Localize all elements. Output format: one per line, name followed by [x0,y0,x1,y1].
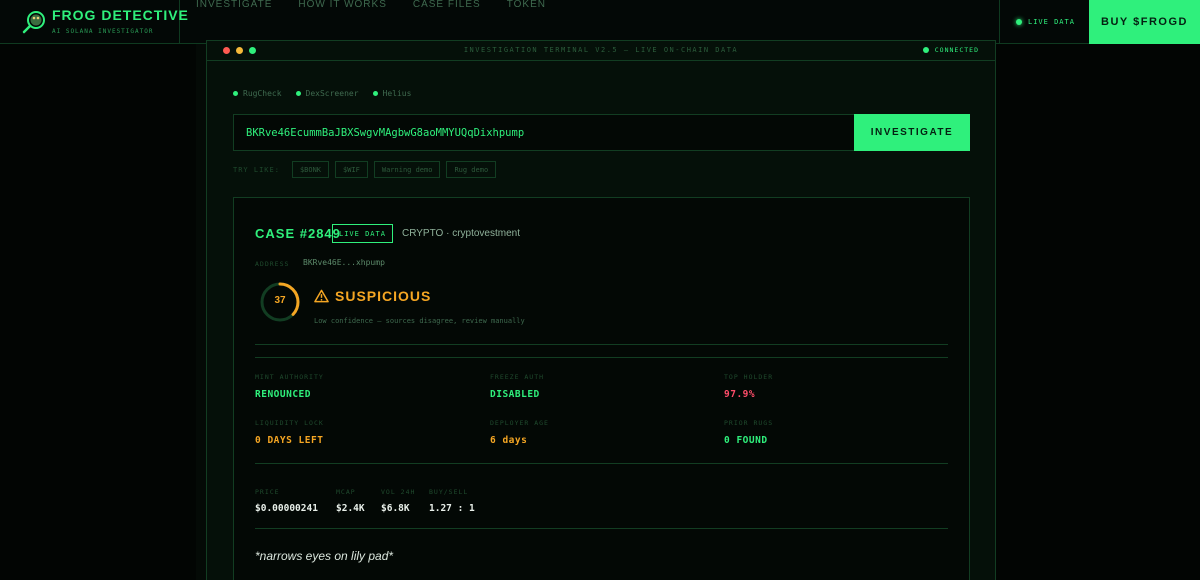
source-helius: Helius [372,89,412,98]
source-status-dot-icon [233,91,238,96]
live-data-label: LIVE DATA [1028,18,1075,26]
metric-value-deployer-age: 6 days [490,435,528,446]
divider [255,528,948,529]
market-value-mcap: $2.4K [336,503,365,514]
live-data-badge: LIVE DATA [332,224,393,243]
verdict-note: Low confidence — sources disagree, revie… [314,317,525,325]
try-examples: TRY LIKE: $BONK $WIF Warning demo Rug de… [233,161,497,178]
example-chip-bonk[interactable]: $BONK [291,161,330,178]
address-value: BKRve46E...xhpump [303,258,385,267]
market-label-mcap: MCAP [336,488,356,496]
market-value-volume: $6.8K [381,503,410,514]
address-label: ADDRESS [255,260,290,268]
token-address-input[interactable] [233,114,854,151]
source-status-dot-icon [372,91,378,96]
connected-dot-icon [922,47,929,53]
source-status-dot-icon [295,91,301,96]
source-label: Helius [382,89,412,98]
brand-title: FROG DETECTIVE [52,7,189,23]
case-meta: CRYPTO · cryptovestment [402,228,520,239]
metric-label-liquidity-lock: LIQUIDITY LOCK [255,419,324,427]
nav-links: INVESTIGATE HOW IT WORKS CASE FILES TOKE… [196,0,546,10]
market-label-buy-sell: BUY/SELL [429,488,469,496]
source-label: RugCheck [243,89,282,98]
metric-label-freeze-auth: FREEZE AUTH [490,373,545,381]
buy-token-button[interactable]: BUY $FROGD [1089,0,1200,44]
brand[interactable]: FROG DETECTIVE AI SOLANA INVESTIGATOR [0,0,188,44]
market-value-price: $0.00000241 [255,503,318,514]
investigate-button[interactable]: INVESTIGATE [854,114,970,151]
source-dexscreener: DexScreener [295,89,359,98]
warning-icon [314,289,329,303]
case-title: CASE #2849 [255,226,341,241]
source-label: DexScreener [305,89,359,98]
example-chip-rug-demo[interactable]: Rug demo [446,161,497,178]
detective-quote: *narrows eyes on lily pad* [255,549,394,563]
example-chip-wif[interactable]: $WIF [335,161,368,178]
verdict-label: SUSPICIOUS [335,288,432,304]
live-data-indicator: LIVE DATA [999,0,1089,44]
nav-link-token[interactable]: TOKEN [507,0,546,10]
metric-value-mint-authority: RENOUNCED [255,389,311,400]
market-label-price: PRICE [255,488,280,496]
divider [255,344,948,345]
nav-link-investigate[interactable]: INVESTIGATE [196,0,272,10]
divider [255,357,948,358]
nav-link-how-it-works[interactable]: HOW IT WORKS [298,0,386,10]
market-label-volume: VOL 24H [381,488,416,496]
example-chip-warning-demo[interactable]: Warning demo [373,161,441,178]
case-report-card: CASE #2849 LIVE DATA CRYPTO · cryptovest… [233,197,970,580]
terminal-title: INVESTIGATION TERMINAL V2.5 — LIVE ON-CH… [463,46,739,54]
metric-label-top-holder: TOP HOLDER [724,373,774,381]
metric-value-freeze-auth: DISABLED [490,389,540,400]
connection-status-label: CONNECTED [934,46,979,54]
divider [255,463,948,464]
terminal-title-bar: INVESTIGATION TERMINAL V2.5 — LIVE ON-CH… [207,41,995,61]
metric-label-prior-rugs: PRIOR RUGS [724,419,774,427]
frog-magnifier-icon [22,11,45,34]
metric-value-top-holder: 97.9% [724,389,756,400]
investigation-terminal: INVESTIGATION TERMINAL V2.5 — LIVE ON-CH… [206,40,996,580]
market-value-buy-sell: 1.27 : 1 [429,503,475,514]
metric-label-deployer-age: DEPLOYER AGE [490,419,549,427]
metric-label-mint-authority: MINT AUTHORITY [255,373,324,381]
connection-status: CONNECTED [922,46,979,54]
nav-link-case-files[interactable]: CASE FILES [413,0,481,10]
metric-value-prior-rugs: 0 FOUND [724,435,768,446]
brand-subtitle: AI SOLANA INVESTIGATOR [52,28,154,35]
top-navbar: FROG DETECTIVE AI SOLANA INVESTIGATOR IN… [0,0,1200,44]
live-dot-icon [1016,19,1022,25]
data-sources: RugCheck DexScreener Helius [233,89,411,98]
source-rugcheck: RugCheck [233,89,282,98]
verdict: SUSPICIOUS [314,288,431,304]
metric-value-liquidity-lock: 0 DAYS LEFT [255,435,324,446]
risk-score-value: 37 [274,295,286,306]
try-label: TRY LIKE: [233,165,280,174]
